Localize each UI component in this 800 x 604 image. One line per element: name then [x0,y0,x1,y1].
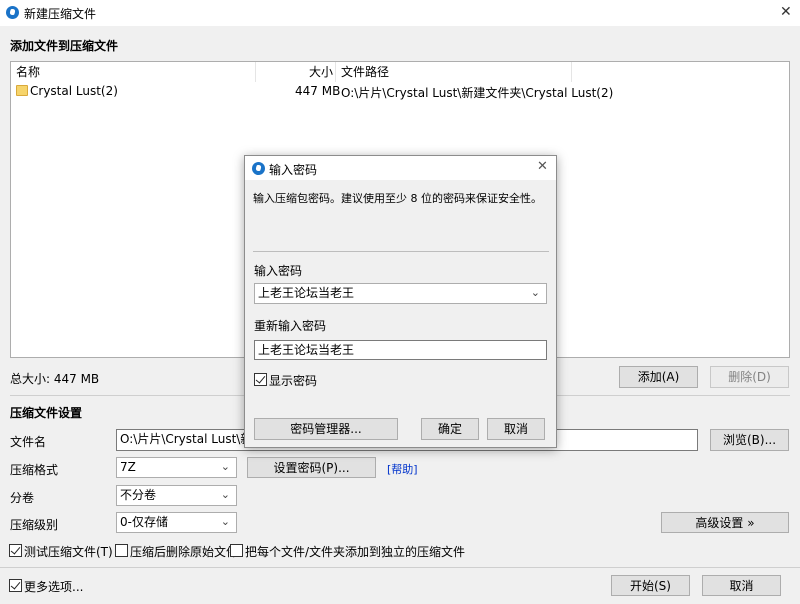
file-name-cell: Crystal Lust(2) [30,84,118,98]
table-row[interactable]: Crystal Lust(2) 447 MB O:\片片\Crystal Lus… [11,82,789,100]
delete-after-label: 压缩后删除原始文件 [130,545,239,559]
dialog-cancel-button[interactable]: 取消 [487,418,545,440]
column-separator [255,62,256,82]
split-select[interactable]: 不分卷 ⌄ [116,485,237,506]
separate-archive-checkbox[interactable] [230,544,243,557]
separate-archive-label: 把每个文件/文件夹添加到独立的压缩文件 [245,545,466,559]
app-logo-icon [252,162,265,175]
file-size-cell: 447 MB [295,84,341,98]
dialog-close-icon[interactable]: ✕ [537,159,548,174]
window-titlebar: 新建压缩文件 ✕ [0,0,800,26]
more-options-option[interactable]: 更多选项... [9,578,89,594]
chevron-down-icon: ⌄ [220,460,230,473]
split-value: 不分卷 [120,488,157,502]
test-archive-option[interactable]: 测试压缩文件(T) [9,543,113,559]
dialog-hint-text: 输入压缩包密码。建议使用至少 8 位的密码来保证安全性。 [253,192,542,205]
cancel-button[interactable]: 取消 [702,575,781,596]
delete-after-checkbox[interactable] [115,544,128,557]
show-password-label: 显示密码 [269,374,318,388]
level-label: 压缩级别 [10,518,59,532]
chevron-down-icon: ⌄ [530,286,540,299]
password-value: 上老王论坛当老王 [258,286,355,300]
window-title: 新建压缩文件 [24,7,97,21]
column-separator [335,62,336,82]
password-manager-button[interactable]: 密码管理器... [254,418,398,440]
show-password-checkbox[interactable] [254,373,267,386]
chevron-down-icon: ⌄ [220,515,230,528]
add-button[interactable]: 添加(A) [619,366,698,388]
folder-icon [16,85,28,96]
test-archive-checkbox[interactable] [9,544,22,557]
level-select[interactable]: 0-仅存储 ⌄ [116,512,237,533]
dialog-titlebar: 输入密码 ✕ [245,156,556,180]
column-header-size[interactable]: 大小 [309,62,333,82]
password-dialog: 输入密码 ✕ 输入压缩包密码。建议使用至少 8 位的密码来保证安全性。 输入密码… [244,155,557,448]
column-header-name[interactable]: 名称 [16,62,40,82]
archive-settings-heading: 压缩文件设置 [10,406,83,420]
dialog-ok-button[interactable]: 确定 [421,418,479,440]
advanced-settings-button[interactable]: 高级设置 » [661,512,789,533]
add-files-heading: 添加文件到压缩文件 [10,39,119,53]
chevron-down-icon: ⌄ [220,488,230,501]
help-link[interactable]: [帮助] [387,461,418,477]
format-value: 7Z [120,460,136,474]
app-logo-icon [6,6,19,19]
show-password-option[interactable]: 显示密码 [254,372,334,388]
remove-button[interactable]: 删除(D) [710,366,789,388]
format-select[interactable]: 7Z ⌄ [116,457,237,478]
filename-label: 文件名 [10,435,47,449]
total-size-label: 总大小: 447 MB [10,372,100,386]
column-header-path[interactable]: 文件路径 [341,62,389,82]
delete-after-option[interactable]: 压缩后删除原始文件 [115,543,239,559]
start-button[interactable]: 开始(S) [611,575,690,596]
reenter-password-label: 重新输入密码 [254,319,327,333]
column-separator [571,62,572,82]
browse-button[interactable]: 浏览(B)... [710,429,789,451]
format-label: 压缩格式 [10,463,59,477]
test-archive-label: 测试压缩文件(T) [24,545,113,559]
split-label: 分卷 [10,491,35,505]
password-label: 输入密码 [254,264,303,278]
separate-archive-option[interactable]: 把每个文件/文件夹添加到独立的压缩文件 [230,543,465,559]
dialog-title: 输入密码 [269,163,318,177]
window-close-icon[interactable]: ✕ [780,4,792,20]
set-password-button[interactable]: 设置密码(P)... [247,457,376,478]
reenter-password-input[interactable]: 上老王论坛当老王 [254,340,547,360]
file-path-cell: O:\片片\Crystal Lust\新建文件夹\Crystal Lust(2) [341,86,614,100]
divider [253,251,549,252]
more-options-label: 更多选项... [24,580,84,594]
password-combo[interactable]: 上老王论坛当老王 ⌄ [254,283,547,304]
divider [0,567,800,568]
more-options-checkbox[interactable] [9,579,22,592]
level-value: 0-仅存储 [120,515,168,529]
